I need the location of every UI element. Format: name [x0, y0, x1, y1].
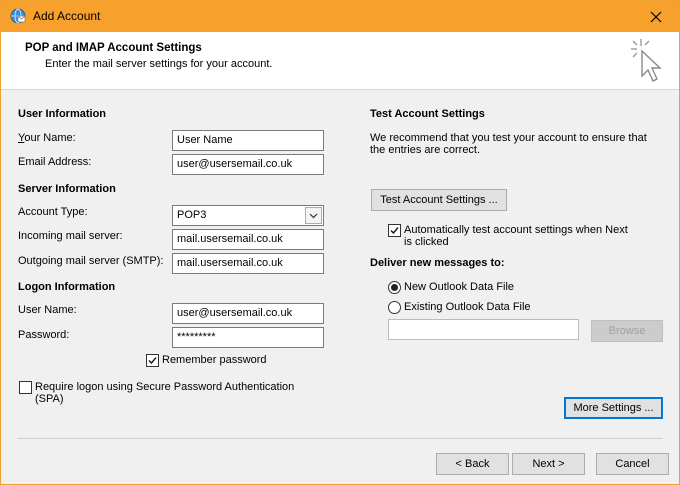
email-address-label: Email Address:	[18, 156, 92, 168]
close-button[interactable]	[633, 1, 679, 32]
close-icon	[650, 11, 662, 22]
new-data-file-label: New Outlook Data File	[404, 281, 515, 293]
cursor-click-icon	[631, 39, 662, 82]
spa-checkbox[interactable]	[19, 381, 32, 394]
user-name-label: User Name:	[18, 304, 77, 316]
browse-button[interactable]: Browse	[591, 320, 663, 342]
spa-label: Require logon using Secure Password Auth…	[35, 381, 294, 405]
email-address-field[interactable]: user@usersemail.co.uk	[172, 154, 324, 175]
spa-label-line1: Require logon using Secure Password Auth…	[35, 381, 295, 393]
checkmark-icon	[148, 357, 157, 365]
outlook-app-icon	[10, 8, 26, 24]
incoming-server-field[interactable]: mail.usersemail.co.uk	[172, 229, 324, 250]
cancel-button[interactable]: Cancel	[596, 453, 669, 475]
test-description-line2: the entries are correct.	[370, 144, 481, 156]
your-name-field[interactable]: User Name	[172, 130, 324, 151]
back-button[interactable]: < Back	[436, 453, 509, 475]
auto-test-checkbox[interactable]	[388, 224, 401, 237]
test-description: We recommend that you test your account …	[370, 132, 647, 156]
next-button[interactable]: Next >	[512, 453, 585, 475]
account-type-label: Account Type:	[18, 206, 88, 218]
test-account-heading: Test Account Settings	[370, 108, 485, 120]
existing-data-file-path	[388, 319, 579, 340]
password-label: Password:	[18, 329, 70, 341]
test-description-line1: We recommend that you test your account …	[370, 132, 647, 144]
outgoing-server-field[interactable]: mail.usersemail.co.uk	[172, 253, 324, 274]
chevron-down-icon[interactable]	[305, 207, 322, 224]
test-account-settings-button[interactable]: Test Account Settings ...	[371, 189, 507, 211]
remember-password-checkbox[interactable]	[146, 354, 159, 367]
auto-test-label: Automatically test account settings when…	[404, 224, 628, 248]
auto-test-line1: Automatically test account settings when…	[404, 224, 628, 236]
incoming-server-label: Incoming mail server:	[18, 230, 123, 242]
title-bar: Add Account	[1, 1, 679, 32]
account-type-select[interactable]: POP3	[172, 205, 324, 226]
outgoing-server-label: Outgoing mail server (SMTP):	[18, 255, 164, 267]
logon-information-heading: Logon Information	[18, 281, 116, 293]
header-panel: POP and IMAP Account Settings Enter the …	[1, 32, 679, 90]
password-field[interactable]: *********	[172, 327, 324, 348]
more-settings-button[interactable]: More Settings ...	[564, 397, 663, 419]
new-data-file-radio[interactable]	[388, 281, 401, 294]
add-account-window: Add Account POP and IMAP Account Setting…	[0, 0, 680, 485]
server-information-heading: Server Information	[18, 183, 116, 195]
header-subtitle: Enter the mail server settings for your …	[45, 58, 273, 70]
checkmark-icon	[390, 227, 399, 235]
account-type-value: POP3	[177, 209, 207, 221]
existing-data-file-radio[interactable]	[388, 301, 401, 314]
footer-divider	[17, 438, 663, 439]
deliver-messages-heading: Deliver new messages to:	[370, 257, 505, 269]
your-name-label: Your Name:	[18, 132, 76, 144]
spa-label-line2: (SPA)	[35, 393, 64, 405]
window-title: Add Account	[33, 9, 101, 23]
existing-data-file-label: Existing Outlook Data File	[404, 301, 531, 313]
user-information-heading: User Information	[18, 108, 107, 120]
your-name-label-text: our Name:	[24, 132, 76, 144]
remember-password-label: Remember password	[162, 354, 267, 366]
header-title: POP and IMAP Account Settings	[25, 42, 202, 54]
user-name-field[interactable]: user@usersemail.co.uk	[172, 303, 324, 324]
auto-test-line2: is clicked	[404, 236, 449, 248]
